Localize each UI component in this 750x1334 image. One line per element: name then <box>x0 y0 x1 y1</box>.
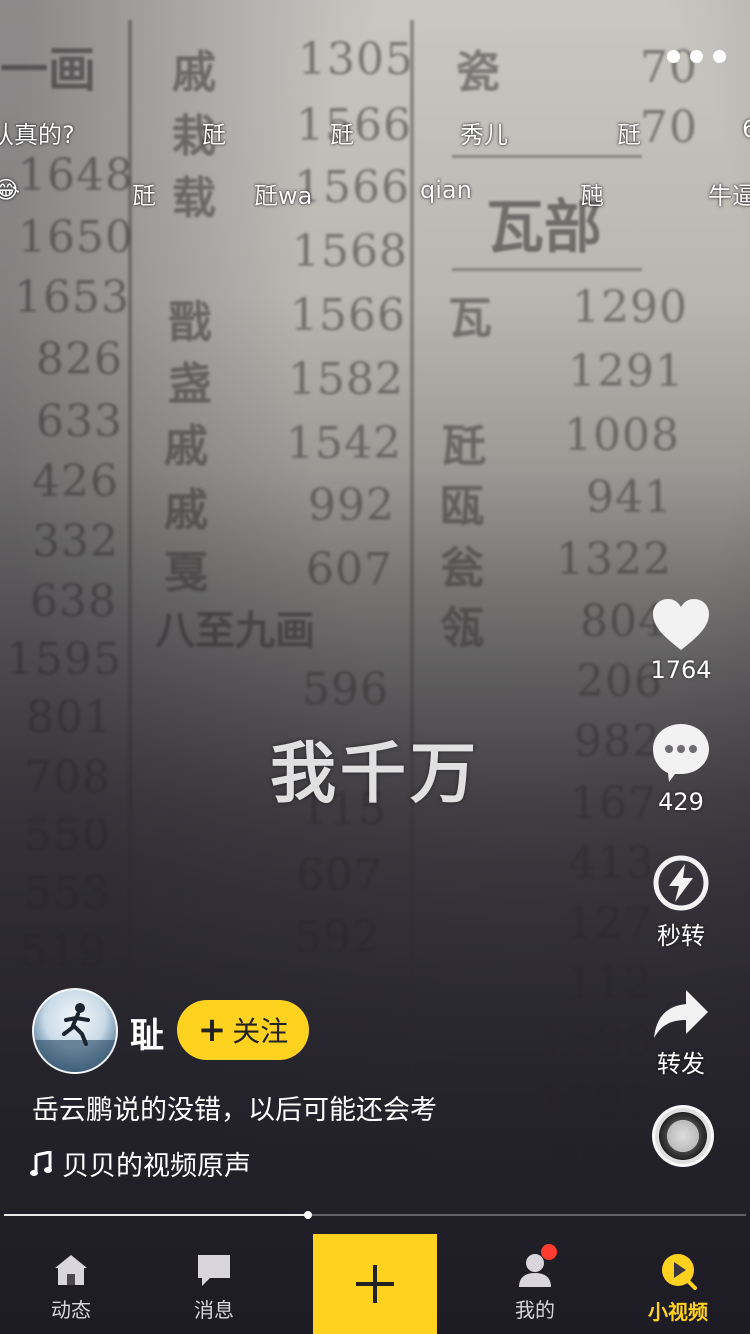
share-label: 转发 <box>657 1050 705 1078</box>
danmaku-comment: 😂 <box>0 176 21 204</box>
plus-icon <box>356 1265 394 1303</box>
notification-badge <box>541 1244 557 1260</box>
share-arrow-icon <box>654 990 708 1038</box>
lightning-icon <box>653 855 709 911</box>
create-post-button[interactable] <box>313 1234 437 1334</box>
danmaku-comment: 瓩 <box>132 182 156 210</box>
danmaku-comment: 瓩wa <box>254 182 313 210</box>
progress-fill <box>4 1214 309 1216</box>
comment-count: 429 <box>658 788 704 816</box>
tab-mine-label: 我的 <box>515 1298 555 1322</box>
author-name[interactable]: 耻 <box>130 1008 164 1057</box>
share-button[interactable]: 转发 <box>638 988 724 1079</box>
more-dot-icon <box>690 50 703 63</box>
tab-feed-label: 动态 <box>51 1298 91 1322</box>
play-circle-icon <box>662 1254 697 1290</box>
more-dot-icon <box>713 50 726 63</box>
tab-messages-label: 消息 <box>194 1298 234 1322</box>
home-icon <box>55 1255 87 1285</box>
runner-silhouette-icon <box>34 1003 116 1072</box>
quick-share-label: 秒转 <box>657 922 705 950</box>
like-count: 1764 <box>650 656 712 684</box>
tab-mine[interactable]: 我的 <box>475 1244 595 1323</box>
progress-bar[interactable] <box>4 1211 746 1219</box>
danmaku-comment: 认真的? <box>0 121 75 149</box>
tab-messages[interactable]: 消息 <box>154 1252 274 1323</box>
danmaku-comment: qian <box>420 176 472 204</box>
heart-icon <box>653 599 709 650</box>
danmaku-comment: 瓩 <box>330 121 354 149</box>
music-title: 贝贝的视频原声 <box>62 1151 251 1182</box>
quick-share-button[interactable]: 秒转 <box>638 854 724 951</box>
danmaku-comment: 瓩 <box>202 121 226 149</box>
music-disc-icon[interactable] <box>652 1105 714 1167</box>
more-options-button[interactable] <box>667 50 726 63</box>
avatar[interactable] <box>32 988 118 1074</box>
tab-short-video-label: 小视频 <box>648 1300 708 1324</box>
music-note-icon <box>30 1150 52 1176</box>
video-player[interactable]: 一画 瓦部 八至九画 1648 1650 1653 826 633 426 33… <box>0 0 750 1334</box>
follow-label: 关注 <box>232 1015 289 1048</box>
plus-icon: + <box>197 1010 227 1050</box>
post-description: 岳云鹏说的没错，以后可能还会考 <box>32 1095 437 1126</box>
danmaku-comment: 秀儿 <box>460 121 508 149</box>
like-button[interactable]: 1764 <box>638 598 724 684</box>
tab-short-video[interactable]: 小视频 <box>618 1252 738 1325</box>
more-dot-icon <box>667 50 680 63</box>
bottom-tab-bar: 动态 消息 我的 小视频 <box>0 1234 750 1334</box>
danmaku-comment: 6 <box>742 115 750 143</box>
follow-button[interactable]: + 关注 <box>177 1000 309 1060</box>
comment-button[interactable]: 429 <box>638 722 724 816</box>
tab-feed[interactable]: 动态 <box>11 1252 131 1323</box>
danmaku-comment: 瓩 <box>617 121 641 149</box>
music-info[interactable]: 贝贝的视频原声 <box>30 1144 251 1183</box>
comment-bubble-icon <box>653 724 709 782</box>
danmaku-comment: 瓲 <box>580 182 604 210</box>
message-icon <box>198 1255 230 1286</box>
danmaku-comment: 牛逼 <box>708 182 750 210</box>
